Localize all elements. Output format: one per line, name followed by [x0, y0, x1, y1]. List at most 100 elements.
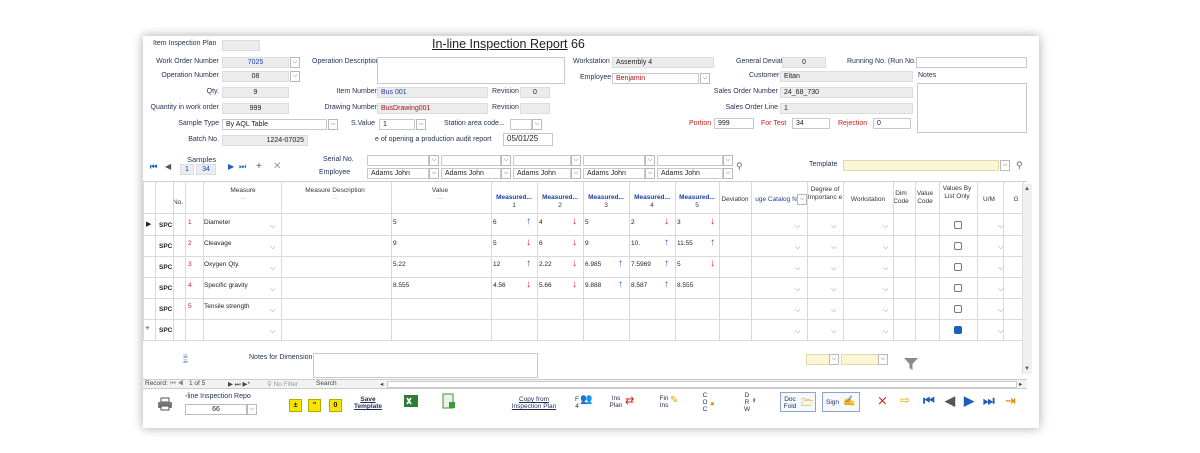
spc-button[interactable]: SPC — [159, 242, 172, 251]
spc-button[interactable]: SPC — [159, 263, 172, 272]
gauge-dropdown-icon[interactable]: ⌵ — [795, 244, 800, 252]
serial-number-field[interactable] — [657, 155, 723, 166]
first-sample-icon[interactable]: ⏮ — [150, 162, 157, 172]
drawing-icon[interactable]: ◐ — [752, 395, 758, 406]
save-template-button[interactable]: Save Template — [351, 396, 385, 410]
sample-employee-field[interactable]: Adams John — [513, 168, 571, 179]
measured-value-cell[interactable]: 4.56 — [493, 281, 506, 290]
measure-cell[interactable]: Specific gravity — [204, 281, 248, 290]
work-order-field[interactable]: 7025 — [222, 57, 289, 68]
sales-order-field[interactable]: 24_68_730 — [780, 87, 913, 98]
measured-value-cell[interactable]: 3 — [677, 218, 681, 227]
last-sample-icon[interactable]: ⏭ — [239, 162, 246, 172]
measure-cell[interactable]: Cleavage — [204, 239, 231, 248]
workstation-dropdown-icon[interactable]: ⌵ — [883, 328, 888, 336]
measured-value-cell[interactable]: 9.888 — [585, 281, 601, 290]
next-record-icon[interactable]: ▶ — [964, 394, 974, 407]
measure-cell[interactable]: Diameter — [204, 218, 230, 227]
filter-funnel-icon[interactable] — [903, 356, 919, 372]
degree-dropdown-icon[interactable]: ⌵ — [831, 328, 836, 336]
workstation-dropdown-icon[interactable]: ⌵ — [883, 307, 888, 315]
export-icon[interactable]: ⇨ — [900, 393, 910, 407]
station-area-dropdown-icon[interactable]: ⌵ — [532, 119, 542, 130]
batch-field[interactable]: 1224-07025 — [222, 135, 308, 146]
value-cell[interactable]: 8.555 — [393, 281, 409, 290]
measured-value-cell[interactable]: 7.5969 — [631, 260, 651, 269]
measure-dropdown-icon[interactable]: ⌵ — [270, 286, 275, 294]
report-selector[interactable]: 66 — [185, 404, 247, 415]
measure-dropdown-icon[interactable]: ⌵ — [270, 244, 275, 252]
doc-fold-button[interactable]: Doc Fold 🗁 — [780, 392, 816, 412]
spc-button[interactable]: SPC — [159, 284, 172, 293]
qty-work-order-field[interactable]: 999 — [222, 103, 289, 114]
value-cell[interactable]: 9 — [393, 239, 397, 248]
document-add-icon[interactable] — [440, 393, 456, 409]
fin-ins-button[interactable]: Fin Ins — [659, 395, 669, 409]
for-test-field[interactable]: 34 — [792, 118, 830, 129]
measured-value-cell[interactable]: 12 — [493, 260, 500, 269]
measure-cell[interactable]: Oxygen Qty. — [204, 260, 240, 269]
serial-number-field[interactable] — [367, 155, 429, 166]
sign-button[interactable]: Sign ✍ — [822, 392, 860, 412]
measured-value-cell[interactable]: 9 — [585, 239, 589, 248]
first-record-icon[interactable]: ⏮ — [923, 394, 935, 407]
gauge-dropdown-icon[interactable]: ⌵ — [795, 328, 800, 336]
employee-select[interactable]: Benjamin — [612, 73, 699, 84]
record-search[interactable]: Search — [316, 380, 337, 387]
link-icon[interactable]: ⚲ — [736, 161, 743, 172]
gauge-dropdown-icon[interactable]: ⌵ — [795, 286, 800, 294]
values-by-list-checkbox[interactable] — [954, 263, 962, 271]
fin-ins-icon[interactable]: ✎ — [670, 395, 678, 406]
svalue-select[interactable]: 1 — [379, 119, 415, 130]
operation-description-field[interactable] — [377, 57, 565, 84]
sample-employee-dropdown-icon[interactable]: ⌵ — [501, 168, 511, 179]
measured-value-cell[interactable]: 6 — [493, 218, 497, 227]
serial-number-field[interactable] — [441, 155, 501, 166]
copy-from-inspection-plan-button[interactable]: Copy from Inspection Plan — [509, 396, 559, 410]
notes-for-dimension-field[interactable] — [313, 353, 538, 378]
prev-record-icon[interactable]: ◀ — [945, 394, 955, 407]
operation-number-dropdown-icon[interactable]: ⌵ — [290, 71, 300, 82]
notes-field[interactable] — [917, 83, 1027, 133]
delete-sample-icon[interactable]: ✕ — [273, 161, 281, 172]
filter-select-1-dropdown-icon[interactable]: ⌵ — [829, 354, 839, 365]
measured-value-cell[interactable]: 11.55 — [677, 239, 693, 248]
workstation-dropdown-icon[interactable]: ⌵ — [883, 244, 888, 252]
plus-minus-button[interactable]: ± — [289, 399, 302, 412]
measure-dropdown-icon[interactable]: ⌵ — [270, 328, 275, 336]
sample-employee-dropdown-icon[interactable]: ⌵ — [645, 168, 655, 179]
values-by-list-checkbox[interactable] — [954, 242, 962, 250]
workstation-field[interactable]: Assembly 4 — [612, 57, 714, 68]
sample-employee-dropdown-icon[interactable]: ⌵ — [429, 168, 439, 179]
coc-button[interactable]: C O C — [702, 392, 708, 413]
exit-icon[interactable]: ⇥ — [1005, 393, 1016, 409]
ins-plan-button[interactable]: Ins Plan — [609, 395, 623, 409]
measure-dropdown-icon[interactable]: ⌵ — [270, 265, 275, 273]
revision-field[interactable]: 0 — [520, 87, 550, 98]
report-selector-dropdown-icon[interactable]: ⌵ — [247, 404, 257, 415]
general-deviation-field[interactable]: 0 — [782, 57, 826, 68]
workstation-dropdown-icon[interactable]: ⌵ — [883, 265, 888, 273]
template-select[interactable] — [843, 160, 999, 171]
hscroll-left-icon[interactable]: ◂ — [380, 380, 383, 388]
filter-select-2-dropdown-icon[interactable]: ⌵ — [878, 354, 888, 365]
degree-dropdown-icon[interactable]: ⌵ — [831, 307, 836, 315]
sample-employee-field[interactable]: Adams John — [657, 168, 723, 179]
gauge-catalog-dropdown-icon[interactable]: ⌵ — [797, 194, 807, 205]
measured-value-cell[interactable]: 8.555 — [677, 281, 693, 290]
grid-horizontal-scrollbar[interactable] — [387, 381, 1017, 388]
record-first-icon[interactable]: ⏮ ◀ — [170, 380, 183, 388]
work-order-dropdown-icon[interactable]: ⌵ — [290, 57, 300, 68]
degree-dropdown-icon[interactable]: ⌵ — [831, 244, 836, 252]
people-icon[interactable]: 👥 — [580, 394, 592, 405]
gauge-dropdown-icon[interactable]: ⌵ — [795, 265, 800, 273]
measured-value-cell[interactable]: 8.587 — [631, 281, 647, 290]
rejection-field[interactable]: 0 — [873, 118, 911, 129]
item-number-field[interactable]: Bus 001 — [377, 87, 488, 98]
value-cell[interactable]: 5 — [393, 218, 397, 227]
portion-field[interactable]: 999 — [714, 118, 754, 129]
drw-button[interactable]: D R W — [744, 392, 750, 413]
workstation-dropdown-icon[interactable]: ⌵ — [883, 286, 888, 294]
measured-value-cell[interactable]: 5 — [585, 218, 589, 227]
revision2-field[interactable] — [520, 103, 550, 114]
